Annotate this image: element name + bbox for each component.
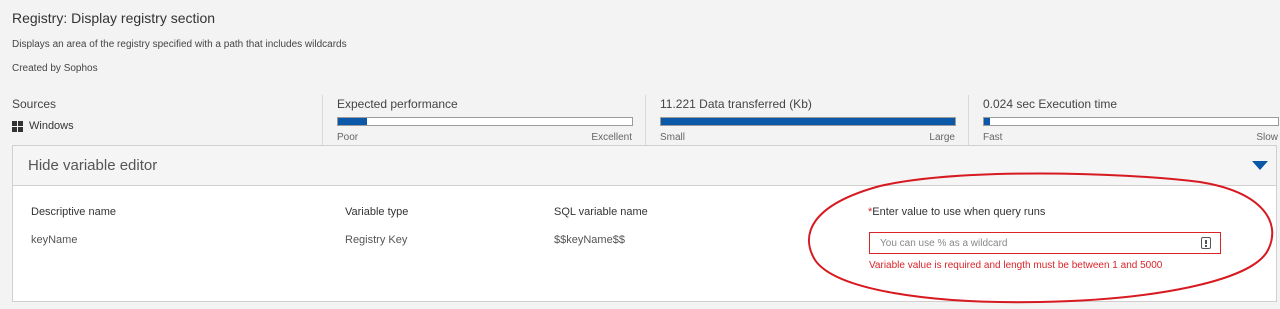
performance-bar-fill — [338, 118, 368, 125]
data-transferred-high-label: Large — [929, 132, 955, 143]
page-description: Displays an area of the registry specifi… — [12, 39, 347, 50]
windows-icon — [12, 120, 23, 132]
metric-execution-time: 0.024 sec Execution time Fast Slow — [968, 95, 1279, 145]
sources-label: Sources — [12, 97, 57, 111]
value-field-label-text: Enter value to use when query runs — [872, 206, 1046, 218]
execution-time-low-label: Fast — [983, 132, 1003, 143]
metric-data-transferred: 11.221 Data transferred (Kb) Small Large — [645, 95, 956, 145]
alert-icon — [1201, 237, 1211, 249]
value-field-label: *Enter value to use when query runs — [868, 206, 1045, 218]
page-creator: Created by Sophos — [12, 63, 98, 74]
performance-high-label: Excellent — [591, 132, 632, 143]
performance-low-label: Poor — [337, 132, 359, 143]
sql-variable-value: $$keyName$$ — [554, 234, 625, 246]
variable-editor-toggle[interactable]: Hide variable editor — [13, 146, 1276, 186]
execution-time-bar — [983, 117, 1279, 126]
execution-time-label: 0.024 sec Execution time — [983, 97, 1118, 111]
metrics-row: Sources Windows Expected performance Poo… — [0, 95, 1280, 145]
execution-time-bar-fill — [984, 118, 990, 125]
data-transferred-bar-fill — [661, 118, 955, 125]
column-variable-type: Variable type — [345, 206, 409, 218]
caret-down-icon[interactable] — [1252, 161, 1268, 170]
column-descriptive-name: Descriptive name — [31, 206, 116, 218]
data-transferred-low-label: Small — [660, 132, 686, 143]
variable-editor-title: Hide variable editor — [28, 157, 158, 174]
validation-error: Variable value is required and length mu… — [869, 260, 1163, 271]
sources-os-label: Windows — [29, 120, 74, 132]
data-transferred-bar — [660, 117, 956, 126]
variable-name-value: keyName — [31, 234, 78, 246]
performance-label: Expected performance — [337, 97, 458, 111]
sources-os: Windows — [12, 120, 74, 132]
column-sql-variable-name: SQL variable name — [554, 206, 648, 218]
variable-value-input[interactable] — [869, 232, 1221, 254]
variable-editor: Hide variable editor Descriptive name Va… — [12, 145, 1277, 302]
variable-type-value: Registry Key — [345, 234, 408, 246]
execution-time-high-label: Slow — [1256, 132, 1278, 143]
performance-bar — [337, 117, 633, 126]
metric-performance: Expected performance Poor Excellent — [322, 95, 633, 145]
data-transferred-label: 11.221 Data transferred (Kb) — [660, 97, 812, 111]
metric-sources: Sources Windows — [12, 95, 312, 145]
page-title: Registry: Display registry section — [12, 10, 216, 26]
